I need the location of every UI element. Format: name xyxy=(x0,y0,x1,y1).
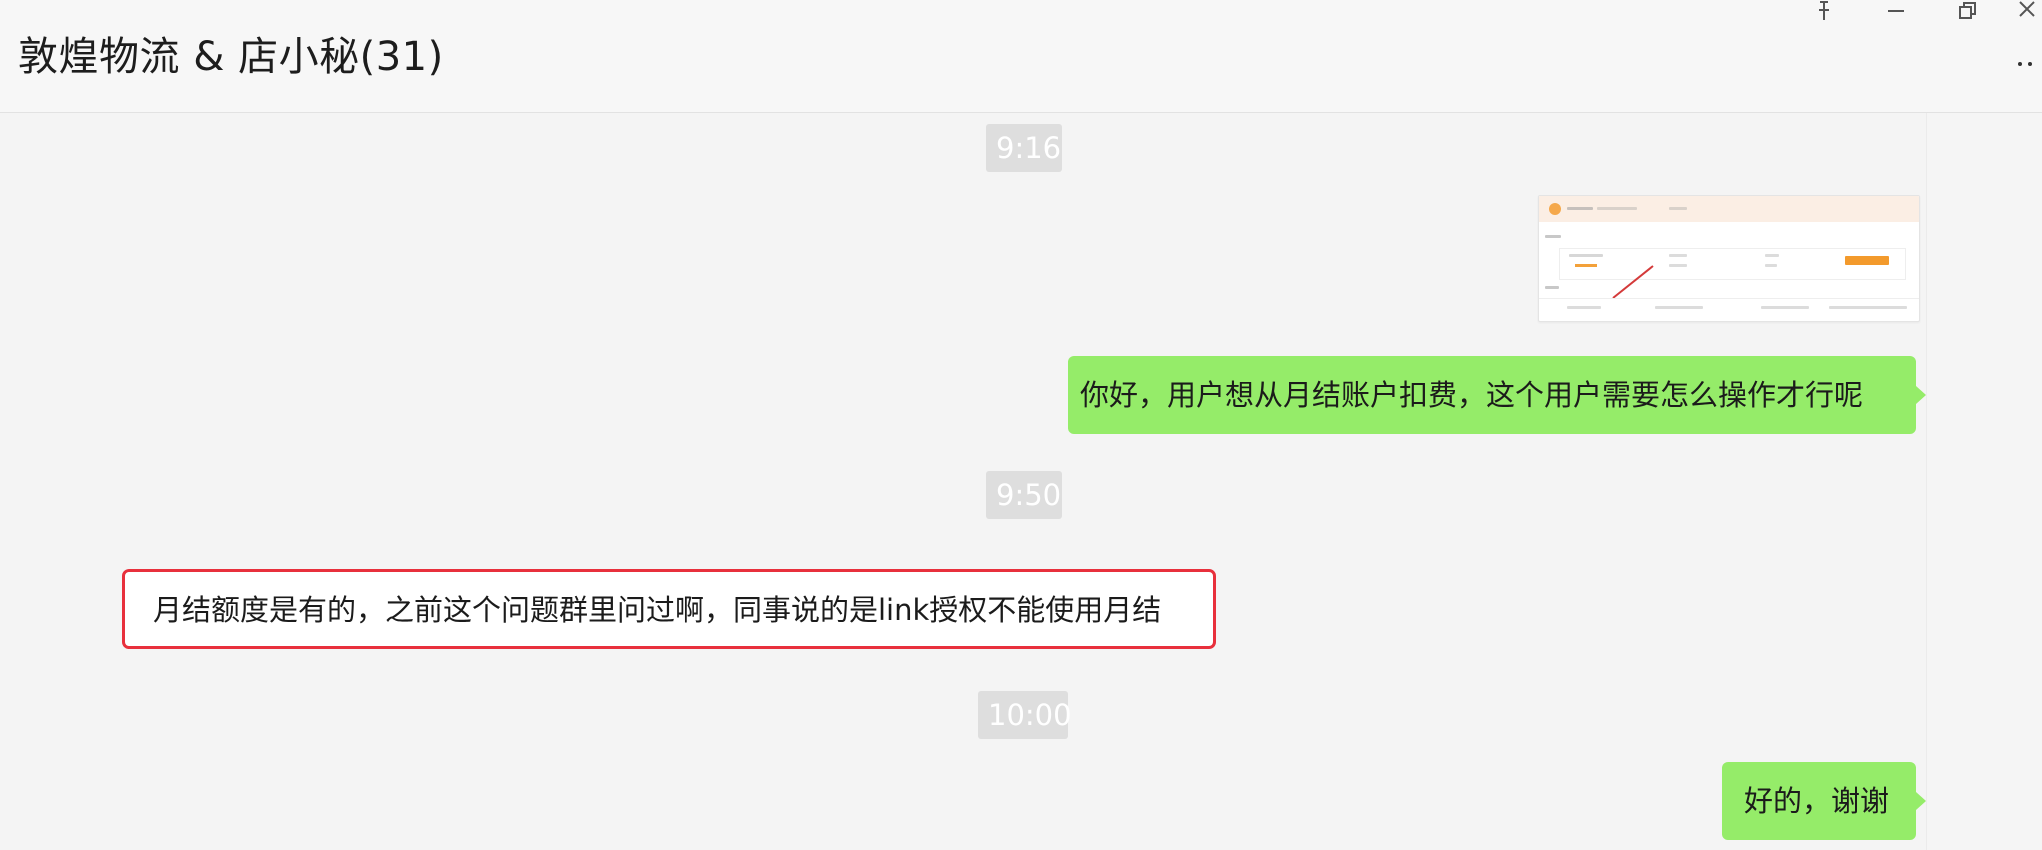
image-thumbnail-logo xyxy=(1549,203,1561,215)
thumb-text-line xyxy=(1655,306,1703,309)
thumb-text-line xyxy=(1567,207,1593,210)
image-thumbnail-header xyxy=(1539,196,1919,222)
scrollbar-area[interactable] xyxy=(1926,113,2042,850)
message-timestamp: 10:00 xyxy=(978,691,1072,739)
thumb-text-line xyxy=(1545,286,1559,289)
thumb-text-line xyxy=(1597,207,1637,210)
more-icon-dot xyxy=(2028,62,2032,66)
thumb-arrow-annotation xyxy=(1612,265,1654,299)
outgoing-message-bubble[interactable]: 好的，谢谢 xyxy=(1722,762,1916,840)
message-timestamp: 9:50 xyxy=(986,471,1062,519)
pin-button[interactable] xyxy=(1804,0,1844,22)
thumb-separator xyxy=(1539,298,1919,299)
more-options-button[interactable] xyxy=(2014,52,2042,76)
thumb-text-line xyxy=(1669,264,1687,267)
close-button[interactable] xyxy=(2012,0,2042,22)
thumb-text-line xyxy=(1545,235,1561,238)
chat-window: 敦煌物流 & 店小秘(31) 9:16 你好，用户想从月结账户扣费，这个用户需要… xyxy=(0,0,2042,850)
close-icon xyxy=(2019,1,2035,17)
thumb-text-line xyxy=(1569,254,1603,257)
thumb-text-line xyxy=(1829,306,1907,309)
thumb-amount-line xyxy=(1575,264,1597,267)
chat-title: 敦煌物流 & 店小秘(31) xyxy=(18,34,444,80)
image-message[interactable] xyxy=(1538,195,1920,322)
thumb-orange-button xyxy=(1845,256,1889,265)
thumb-text-line xyxy=(1761,306,1809,309)
incoming-message-bubble-highlighted[interactable]: 月结额度是有的，之前这个问题群里问过啊，同事说的是link授权不能使用月结 xyxy=(122,569,1216,649)
bubble-tail xyxy=(1916,792,1926,810)
minimize-button[interactable] xyxy=(1876,0,1916,22)
outgoing-message-bubble[interactable]: 你好，用户想从月结账户扣费，这个用户需要怎么操作才行呢 xyxy=(1068,356,1916,434)
more-icon xyxy=(2018,62,2022,66)
thumb-text-line xyxy=(1765,264,1777,267)
restore-icon xyxy=(1959,2,1976,19)
chat-header: 敦煌物流 & 店小秘(31) xyxy=(0,0,2042,113)
thumb-text-line xyxy=(1567,306,1601,309)
restore-button[interactable] xyxy=(1948,0,1988,22)
thumb-text-line xyxy=(1669,254,1687,257)
minimize-icon xyxy=(1888,10,1904,12)
pin-icon xyxy=(1819,1,1829,20)
bubble-tail xyxy=(1916,386,1926,404)
message-timestamp: 9:16 xyxy=(986,124,1062,172)
scrollbar-divider xyxy=(1926,113,1927,850)
thumb-text-line xyxy=(1669,207,1687,210)
thumb-text-line xyxy=(1765,254,1779,257)
